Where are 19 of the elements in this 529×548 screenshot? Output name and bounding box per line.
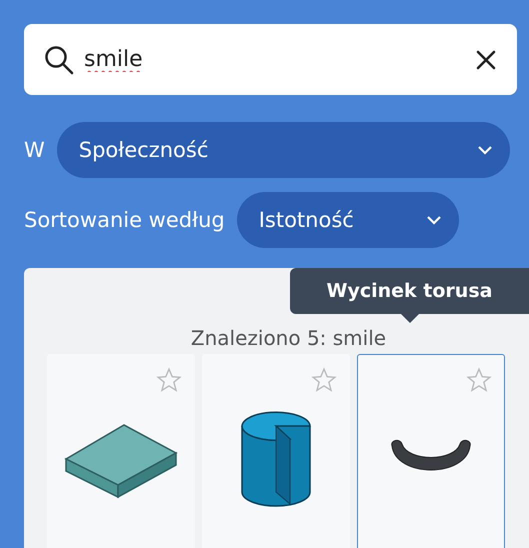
sort-label: Sortowanie według	[24, 208, 225, 232]
model-card[interactable]	[47, 354, 195, 548]
results-summary: Znaleziono 5: smile	[190, 326, 386, 350]
tooltip-arrow	[400, 314, 418, 323]
scope-label: W	[24, 138, 45, 162]
sort-dropdown[interactable]: Istotność	[236, 192, 459, 248]
model-card[interactable]	[202, 354, 350, 548]
scope-dropdown[interactable]: Społeczność	[56, 122, 510, 178]
close-icon[interactable]	[475, 48, 497, 70]
search-input[interactable]: smile	[82, 46, 467, 73]
star-icon[interactable]	[156, 367, 182, 393]
model-card[interactable]	[357, 354, 505, 548]
search-field[interactable]: smile	[24, 24, 517, 95]
chevron-icon	[424, 214, 443, 226]
star-icon[interactable]	[466, 367, 492, 393]
search-icon	[44, 44, 74, 74]
star-icon[interactable]	[311, 367, 337, 393]
tooltip: Wycinek torusa	[290, 268, 529, 314]
chevron-icon	[476, 144, 494, 156]
